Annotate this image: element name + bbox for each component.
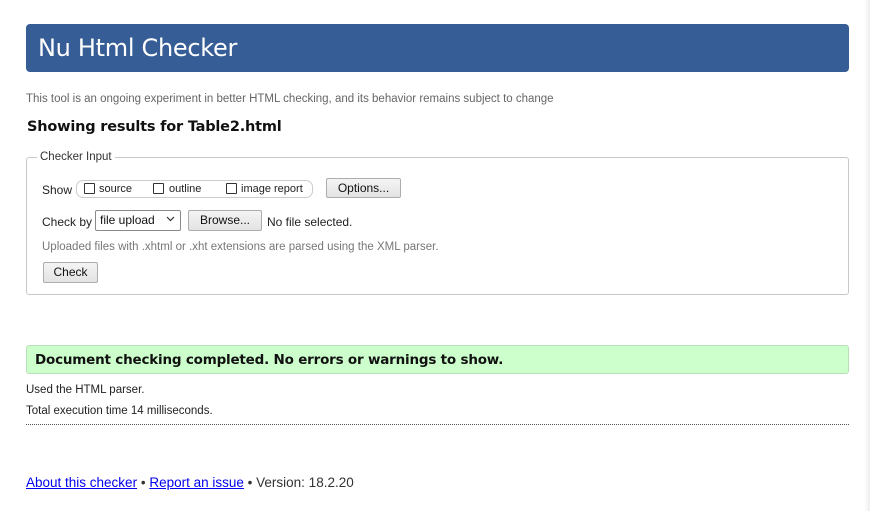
about-checker-link[interactable]: About this checker xyxy=(26,475,137,490)
outline-checkbox-label[interactable]: outline xyxy=(169,182,201,196)
success-banner: Document checking completed. No errors o… xyxy=(26,345,849,374)
fieldset-legend: Checker Input xyxy=(37,151,115,164)
execution-time-text: Total execution time 14 milliseconds. xyxy=(26,405,213,417)
results-heading: Showing results for Table2.html xyxy=(27,119,282,135)
tagline: This tool is an ongoing experiment in be… xyxy=(26,93,554,105)
source-checkbox-label[interactable]: source xyxy=(99,182,132,196)
check-button[interactable]: Check xyxy=(43,262,98,283)
browse-button[interactable]: Browse... xyxy=(188,210,262,231)
page-edge-shadow xyxy=(864,0,870,511)
options-button[interactable]: Options... xyxy=(326,178,401,198)
parser-used-text: Used the HTML parser. xyxy=(26,384,145,396)
show-label: Show xyxy=(42,183,73,197)
parser-note: Uploaded files with .xhtml or .xht exten… xyxy=(42,241,439,253)
app-header: Nu Html Checker xyxy=(26,24,849,72)
file-status: No file selected. xyxy=(267,215,353,229)
check-by-label: Check by xyxy=(42,215,93,229)
footer-separator: • xyxy=(247,475,253,490)
checker-input-fieldset: Checker Input Show source outline image … xyxy=(26,151,849,295)
image-report-checkbox[interactable] xyxy=(226,183,237,194)
source-checkbox[interactable] xyxy=(84,183,95,194)
outline-checkbox[interactable] xyxy=(153,183,164,194)
report-issue-link[interactable]: Report an issue xyxy=(149,475,244,490)
footer-separator: • xyxy=(140,475,146,490)
show-options-group: source outline image report xyxy=(76,180,313,198)
check-by-selected-value: file upload xyxy=(100,213,155,227)
divider xyxy=(26,424,849,425)
check-by-select[interactable]: file upload xyxy=(95,210,181,231)
app-title: Nu Html Checker xyxy=(38,34,238,62)
success-message: Document checking completed. No errors o… xyxy=(35,352,504,368)
footer: About this checker • Report an issue • V… xyxy=(26,475,354,491)
chevron-down-icon xyxy=(166,216,175,222)
version-text: Version: 18.2.20 xyxy=(256,475,354,490)
image-report-checkbox-label[interactable]: image report xyxy=(241,182,303,196)
